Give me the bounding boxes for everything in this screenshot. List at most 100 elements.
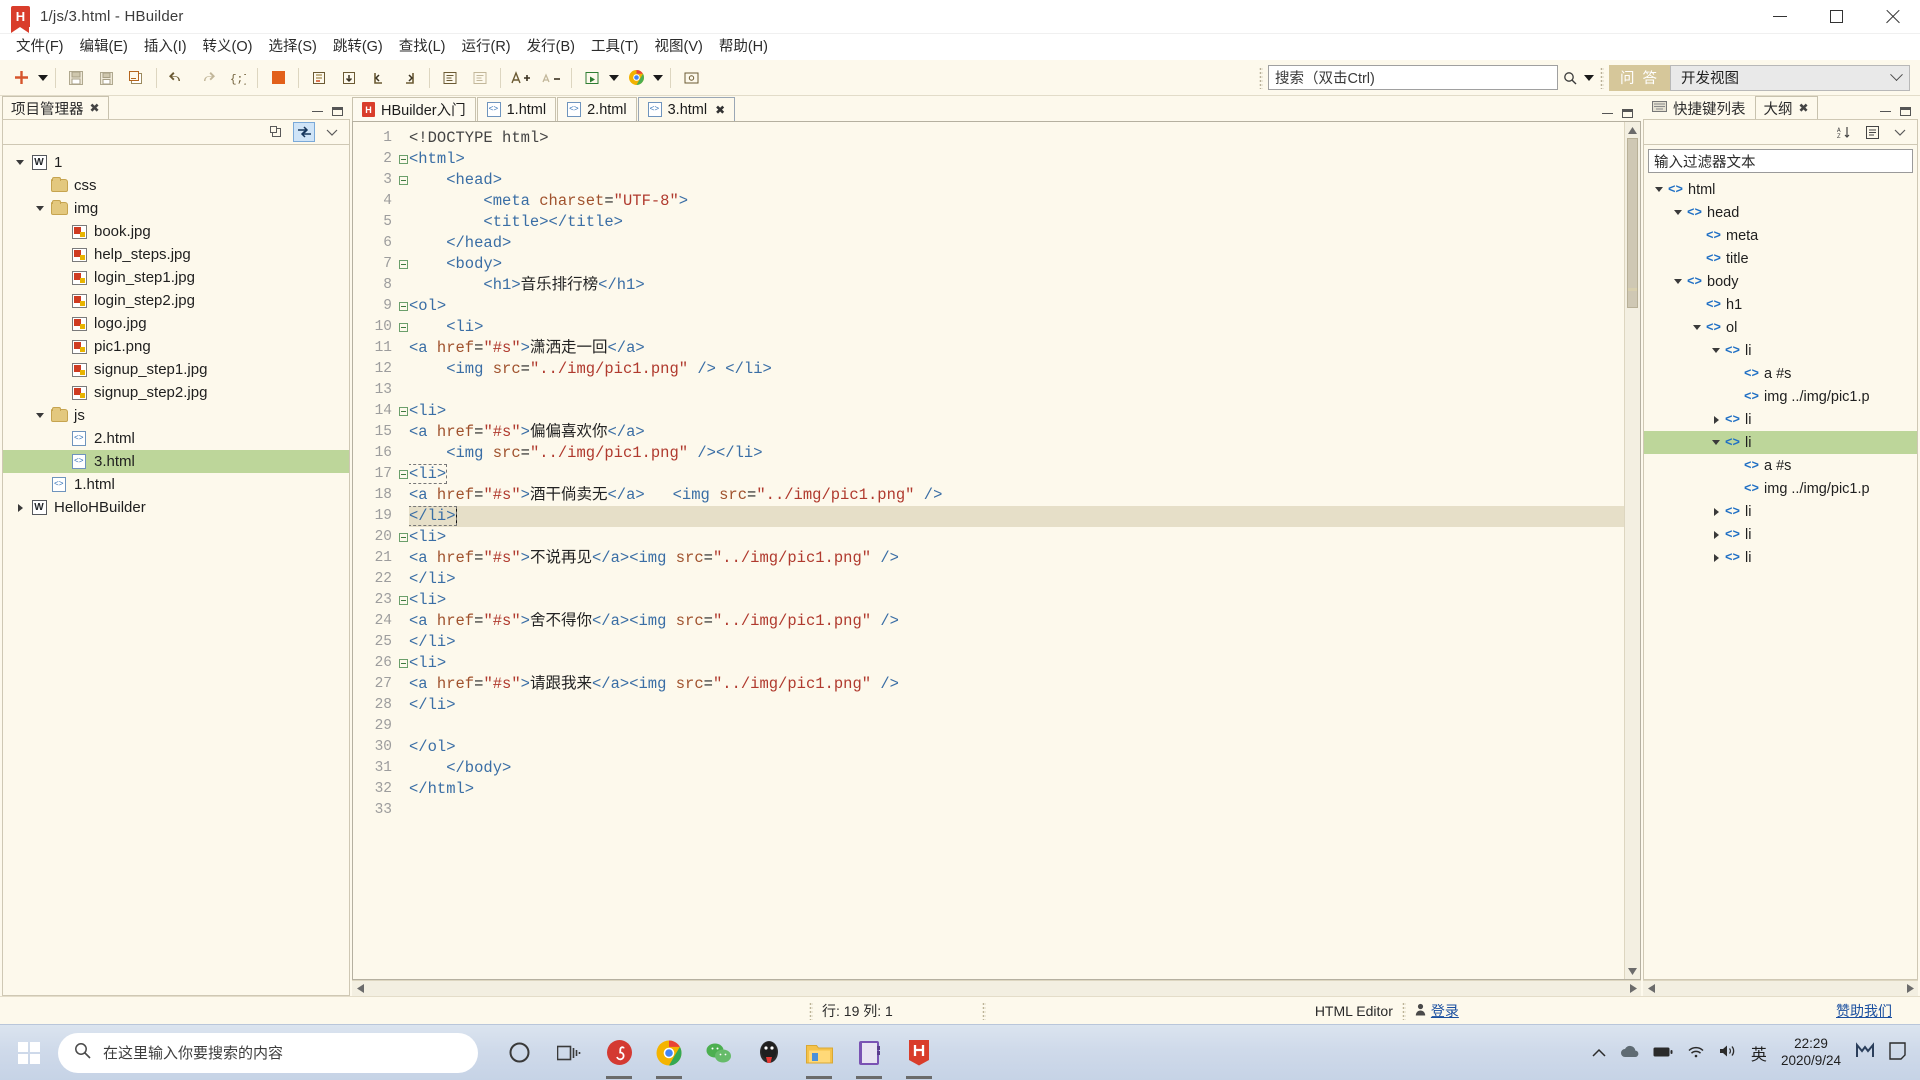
scroll-up-icon[interactable]	[1625, 122, 1640, 138]
onedrive-icon[interactable]	[1620, 1045, 1639, 1061]
menu-file[interactable]: 文件(F)	[8, 37, 72, 58]
wifi-icon[interactable]	[1687, 1045, 1705, 1061]
editor-tab-1.html[interactable]: 1.html	[476, 97, 557, 121]
view-mode-select[interactable]: 开发视图	[1670, 64, 1910, 91]
task-view-icon[interactable]	[544, 1025, 594, 1080]
new-file-dropdown-caret[interactable]	[36, 63, 50, 93]
code-line[interactable]	[409, 800, 1624, 821]
chrome-icon[interactable]	[621, 63, 651, 93]
code-line[interactable]	[409, 716, 1624, 737]
chevron-right-icon[interactable]	[1707, 530, 1725, 539]
maximize-button[interactable]	[1808, 0, 1864, 34]
netease-music-icon[interactable]	[594, 1025, 644, 1080]
tree-item-2.html[interactable]: 2.html	[3, 427, 349, 450]
file-explorer-icon[interactable]	[794, 1025, 844, 1080]
code-line[interactable]	[409, 380, 1624, 401]
start-button[interactable]	[0, 1025, 58, 1080]
app-icon[interactable]	[1855, 1041, 1875, 1064]
fold-toggle-icon[interactable]	[397, 149, 409, 170]
code-line[interactable]: <li>	[409, 527, 1624, 548]
outline-item-li[interactable]: <> li	[1644, 523, 1917, 546]
code-folding-column[interactable]	[397, 122, 409, 979]
ime-indicator[interactable]: 英	[1751, 1041, 1767, 1065]
panel-maximize-icon[interactable]	[1900, 107, 1911, 116]
close-icon[interactable]: ✖	[1799, 101, 1809, 115]
save-all-icon[interactable]	[91, 63, 121, 93]
save-icon[interactable]	[61, 63, 91, 93]
outline-item-as[interactable]: <> a #s	[1644, 454, 1917, 477]
hbuilder-icon[interactable]	[894, 1025, 944, 1080]
cortana-icon[interactable]	[494, 1025, 544, 1080]
menu-view[interactable]: 视图(V)	[647, 37, 711, 58]
code-line[interactable]: <img src="../img/pic1.png" /> </li>	[409, 359, 1624, 380]
outline-horizontal-scrollbar[interactable]	[1643, 980, 1918, 996]
menu-goto[interactable]: 跳转(G)	[325, 37, 391, 58]
chevron-down-icon[interactable]	[11, 160, 29, 165]
menu-help[interactable]: 帮助(H)	[711, 37, 776, 58]
chevron-right-icon[interactable]	[1707, 415, 1725, 424]
chevron-down-icon[interactable]	[1707, 440, 1725, 445]
notification-icon[interactable]	[1889, 1042, 1906, 1063]
comment-block-icon[interactable]	[304, 63, 334, 93]
code-line[interactable]: <a href="#s">偏偏喜欢你</a>	[409, 422, 1624, 443]
collapse-expand-icon[interactable]	[265, 122, 287, 142]
panel-maximize-icon[interactable]	[1622, 109, 1633, 118]
tree-item-book.jpg[interactable]: book.jpg	[3, 220, 349, 243]
word-wrap-icon[interactable]	[435, 63, 465, 93]
chevron-right-icon[interactable]	[1707, 553, 1725, 562]
panel-minimize-icon[interactable]	[1602, 112, 1613, 115]
tree-item-signup_step2.jpg[interactable]: signup_step2.jpg	[3, 381, 349, 404]
code-line[interactable]: <ol>	[409, 296, 1624, 317]
tree-item-hellohbuilder[interactable]: W HelloHBuilder	[3, 496, 349, 519]
code-line[interactable]: <li>	[409, 317, 1624, 338]
layout-icon[interactable]	[1861, 122, 1883, 142]
code-line[interactable]: </head>	[409, 233, 1624, 254]
menu-edit[interactable]: 编辑(E)	[72, 37, 136, 58]
chevron-right-icon[interactable]	[11, 503, 29, 512]
view-menu-icon[interactable]	[1889, 122, 1911, 142]
search-icon[interactable]	[1558, 65, 1582, 91]
tree-item-logo.jpg[interactable]: logo.jpg	[3, 312, 349, 335]
code-line[interactable]: <a href="#s">酒干倘卖无</a> <img src="../img/…	[409, 485, 1624, 506]
format-code-icon[interactable]: {;}	[222, 63, 252, 93]
qa-button[interactable]: 问 答	[1608, 64, 1670, 91]
menu-select[interactable]: 选择(S)	[260, 37, 324, 58]
close-icon[interactable]: ✖	[715, 103, 725, 117]
view-menu-icon[interactable]	[321, 122, 343, 142]
minimize-button[interactable]	[1752, 0, 1808, 34]
toolbar-grip[interactable]	[1258, 66, 1263, 89]
tree-item-js[interactable]: js	[3, 404, 349, 427]
font-increase-icon[interactable]	[506, 63, 536, 93]
code-line[interactable]: </li>	[409, 695, 1624, 716]
outline-item-li[interactable]: <> li	[1644, 500, 1917, 523]
chrome-icon[interactable]	[644, 1025, 694, 1080]
fold-toggle-icon[interactable]	[397, 590, 409, 611]
outline-item-meta[interactable]: <> meta	[1644, 224, 1917, 247]
code-text[interactable]: <!DOCTYPE html> <html> <head> <meta chars…	[409, 122, 1624, 979]
outline-item-head[interactable]: <> head	[1644, 201, 1917, 224]
fold-toggle-icon[interactable]	[397, 296, 409, 317]
run-browser-icon[interactable]	[577, 63, 607, 93]
tree-item-3.html[interactable]: 3.html	[3, 450, 349, 473]
code-line[interactable]: <body>	[409, 254, 1624, 275]
code-line[interactable]: <title></title>	[409, 212, 1624, 233]
code-line[interactable]: </body>	[409, 758, 1624, 779]
scroll-right-icon[interactable]	[1902, 984, 1918, 993]
wechat-icon[interactable]	[694, 1025, 744, 1080]
close-icon[interactable]: ✖	[90, 101, 100, 115]
sponsor-link[interactable]: 赞助我们	[1836, 1001, 1892, 1021]
undo-icon[interactable]	[162, 63, 192, 93]
menu-find[interactable]: 查找(L)	[391, 37, 454, 58]
outline-item-title[interactable]: <> title	[1644, 247, 1917, 270]
volume-icon[interactable]	[1719, 1044, 1737, 1061]
stop-icon[interactable]	[263, 63, 293, 93]
fold-toggle-icon[interactable]	[397, 464, 409, 485]
indent-icon[interactable]	[334, 63, 364, 93]
menu-insert[interactable]: 插入(I)	[136, 37, 195, 58]
editor-horizontal-scrollbar[interactable]	[352, 980, 1641, 996]
code-line[interactable]: <li>	[409, 653, 1624, 674]
code-line[interactable]: <a href="#s">请跟我来</a><img src="../img/pi…	[409, 674, 1624, 695]
tab-shortcut-list[interactable]: 快捷键列表	[1643, 96, 1755, 119]
sort-icon[interactable]: AZ	[1833, 122, 1855, 142]
code-line[interactable]: <img src="../img/pic1.png" /></li>	[409, 443, 1624, 464]
